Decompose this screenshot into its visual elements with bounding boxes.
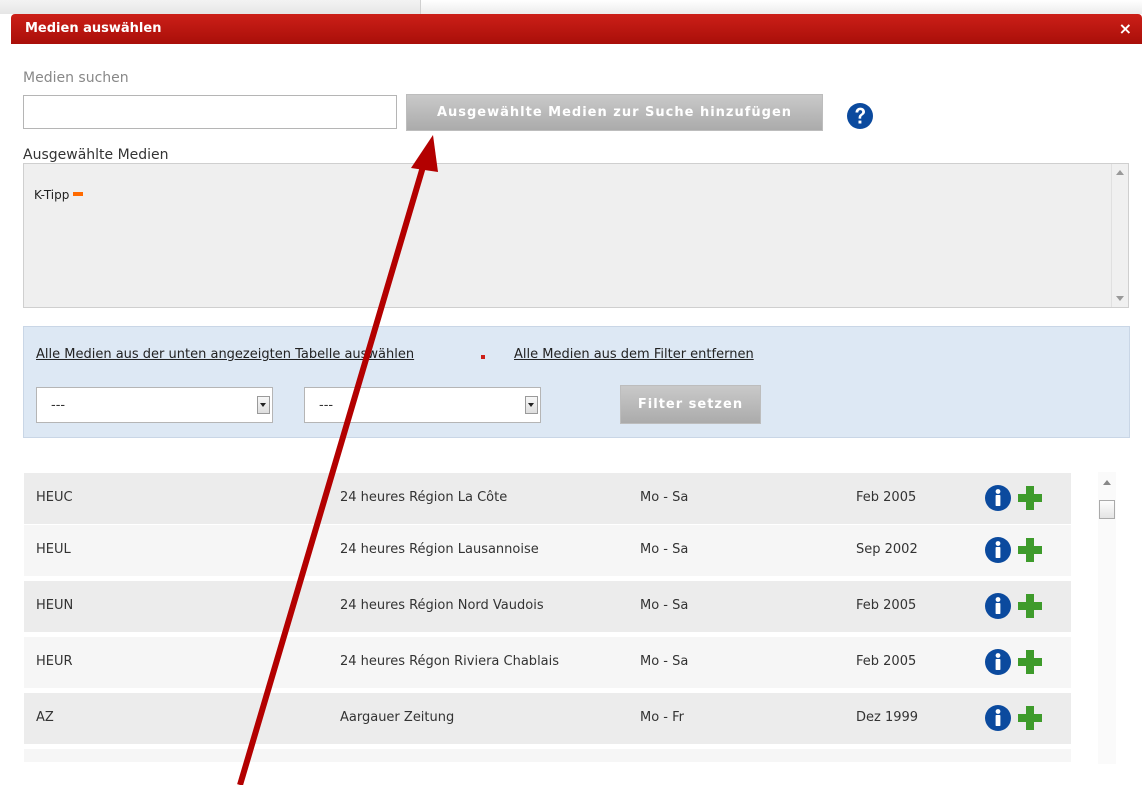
media-code: HEUL: [36, 542, 71, 557]
plus-icon[interactable]: [1016, 536, 1044, 564]
chevron-down-icon[interactable]: [525, 396, 538, 414]
chip-label: K-Tipp: [34, 188, 70, 202]
media-days: Mo - Sa: [640, 654, 689, 669]
set-filter-button[interactable]: Filter setzen: [620, 385, 761, 424]
search-label: Medien suchen: [23, 70, 129, 86]
help-question-icon[interactable]: [846, 102, 874, 130]
remove-all-link[interactable]: Alle Medien aus dem Filter entfernen: [514, 347, 754, 362]
filter-select-2[interactable]: ---: [304, 387, 541, 423]
media-days: Mo - Sa: [640, 598, 689, 613]
minus-icon[interactable]: [73, 191, 84, 196]
plus-icon[interactable]: [1016, 484, 1044, 512]
selected-list-scrollbar[interactable]: [1111, 164, 1128, 307]
media-days: Mo - Sa: [640, 542, 689, 557]
table-row: HEUC 24 heures Région La Côte Mo - Sa Fe…: [24, 472, 1071, 524]
media-since: Feb 2005: [856, 654, 917, 669]
media-table: HEUC 24 heures Région La Côte Mo - Sa Fe…: [24, 472, 1071, 762]
media-since: Feb 2005: [856, 490, 917, 505]
table-row: HEUR 24 heures Régon Riviera Chablais Mo…: [24, 636, 1071, 688]
media-code: HEUR: [36, 654, 73, 669]
row-actions: [984, 536, 1044, 564]
media-name: Aargauer Zeitung: [340, 710, 455, 725]
media-name: 24 heures Région Nord Vaudois: [340, 598, 544, 613]
media-code: AZ: [36, 710, 54, 725]
close-icon[interactable]: ×: [1119, 19, 1132, 38]
media-code: HEUC: [36, 490, 73, 505]
scroll-down-arrow-icon[interactable]: [1116, 296, 1124, 301]
media-name: 24 heures Région Lausannoise: [340, 542, 539, 557]
background-tab: [420, 0, 1142, 14]
info-icon[interactable]: [984, 592, 1012, 620]
media-days: Mo - Sa: [640, 490, 689, 505]
row-actions: [984, 592, 1044, 620]
scroll-up-arrow-icon[interactable]: [1116, 170, 1124, 175]
info-icon[interactable]: [984, 484, 1012, 512]
filter-panel: Alle Medien aus der unten angezeigten Ta…: [23, 326, 1130, 438]
chevron-down-icon[interactable]: [257, 396, 270, 414]
link-separator: [481, 355, 485, 359]
dialog-title: Medien auswählen: [25, 21, 162, 36]
media-list-scrollbar[interactable]: [1098, 472, 1116, 764]
scroll-up-arrow-icon[interactable]: [1103, 480, 1111, 485]
add-selected-media-button[interactable]: Ausgewählte Medien zur Suche hinzufügen: [406, 94, 823, 131]
media-name: 24 heures Région La Côte: [340, 490, 508, 505]
media-days: Mo - Fr: [640, 710, 685, 725]
media-since: Dez 1999: [856, 710, 919, 725]
media-since: Sep 2002: [856, 542, 918, 557]
media-search-input[interactable]: [23, 95, 397, 129]
select-all-link[interactable]: Alle Medien aus der unten angezeigten Ta…: [36, 347, 414, 362]
filter-select-2-value: ---: [319, 398, 334, 413]
background-page: [0, 0, 1142, 14]
media-code: HEUN: [36, 598, 74, 613]
row-actions: [984, 648, 1044, 676]
scrollbar-thumb[interactable]: [1099, 500, 1115, 519]
selected-media-label: Ausgewählte Medien: [23, 147, 169, 163]
info-icon[interactable]: [984, 536, 1012, 564]
table-row: HEUL 24 heures Région Lausannoise Mo - S…: [24, 524, 1071, 576]
selected-media-list: K-Tipp: [23, 163, 1129, 308]
info-icon[interactable]: [984, 704, 1012, 732]
media-name: 24 heures Régon Riviera Chablais: [340, 654, 560, 669]
table-row: HEUN 24 heures Région Nord Vaudois Mo - …: [24, 580, 1071, 632]
plus-icon[interactable]: [1016, 704, 1044, 732]
media-since: Feb 2005: [856, 598, 917, 613]
info-icon[interactable]: [984, 648, 1012, 676]
table-row: [24, 748, 1071, 762]
plus-icon[interactable]: [1016, 592, 1044, 620]
table-row: AZ Aargauer Zeitung Mo - Fr Dez 1999: [24, 692, 1071, 744]
row-actions: [984, 704, 1044, 732]
dialog-titlebar: Medien auswählen ×: [11, 14, 1142, 44]
row-actions: [984, 484, 1044, 512]
filter-select-1[interactable]: ---: [36, 387, 273, 423]
plus-icon[interactable]: [1016, 648, 1044, 676]
selected-media-chip: K-Tipp: [34, 188, 84, 202]
filter-select-1-value: ---: [51, 398, 66, 413]
